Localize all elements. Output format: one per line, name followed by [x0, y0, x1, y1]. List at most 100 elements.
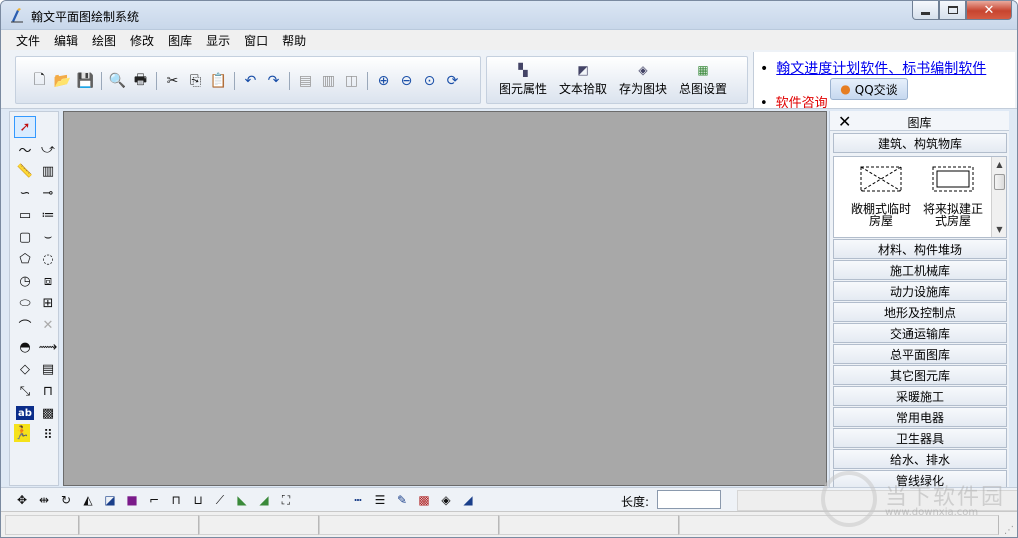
minimize-button[interactable] — [912, 1, 939, 20]
paste-icon[interactable]: 📋 — [207, 71, 230, 91]
news-link[interactable]: • 翰文进度计划软件、标书编制软件 — [760, 58, 986, 78]
layer-icon[interactable]: ◢ — [457, 491, 479, 509]
consult-link[interactable]: • 软件咨询 — [760, 92, 828, 108]
maximize-button[interactable] — [939, 1, 966, 20]
arc-curve-icon[interactable]: ∽ — [14, 182, 36, 204]
extend-icon[interactable]: ⟋ — [209, 491, 231, 509]
menu-window[interactable]: 窗口 — [237, 32, 275, 49]
gallery-scrollbar[interactable]: ▲ ▼ — [991, 157, 1006, 237]
library-category[interactable]: 施工机械库 — [833, 260, 1007, 280]
open-folder-icon[interactable]: 📂 — [51, 71, 74, 91]
compass-circle-icon[interactable]: ◷ — [14, 270, 36, 292]
select-arrow-icon[interactable]: ➚ — [14, 116, 36, 138]
grid-dots-icon[interactable]: ⠿ — [37, 424, 59, 446]
resize-grip-icon[interactable]: ⋰ — [1004, 525, 1014, 536]
library-category[interactable]: 材料、构件堆场 — [833, 239, 1007, 259]
close-button[interactable]: ✕ — [966, 1, 1012, 20]
menu-library[interactable]: 图库 — [161, 32, 199, 49]
scale-icon[interactable]: ◪ — [99, 491, 121, 509]
text-lines-icon[interactable]: ≔ — [37, 204, 59, 226]
library-category[interactable]: 常用电器 — [833, 407, 1007, 427]
gallery-item-temporary-shed[interactable]: 敞棚式临时房屋 — [848, 165, 914, 227]
hatch-fill-icon[interactable]: ▩ — [37, 402, 59, 424]
menu-file[interactable]: 文件 — [9, 32, 47, 49]
gallery-item-planned-house[interactable]: 将来拟建正式房屋 — [920, 165, 986, 227]
half-circle-icon[interactable]: ◓ — [14, 336, 36, 358]
wave-line-icon[interactable]: ⟿ — [37, 336, 59, 358]
library-category[interactable]: 动力设施库 — [833, 281, 1007, 301]
library-category[interactable]: 卫生器具 — [833, 428, 1007, 448]
fill-right-icon[interactable]: ◢ — [253, 491, 275, 509]
ellipse-icon[interactable]: ⬭ — [14, 292, 36, 314]
category-building[interactable]: 建筑、构筑物库 — [833, 133, 1007, 153]
polyline-icon[interactable]: ⤻ — [37, 138, 59, 160]
length-input[interactable] — [657, 490, 721, 509]
save-block-button[interactable]: ◈ 存为图块 — [613, 57, 673, 103]
line-icon[interactable]: 〜 — [14, 138, 36, 160]
library-category[interactable]: 其它图元库 — [833, 365, 1007, 385]
new-file-icon[interactable]: 🗋 — [28, 71, 51, 91]
group-icon[interactable]: ⛶ — [275, 491, 297, 509]
library-category[interactable]: 总平面图库 — [833, 344, 1007, 364]
move-icon[interactable]: ✥ — [11, 491, 33, 509]
menu-edit[interactable]: 编辑 — [47, 32, 85, 49]
scroll-down-icon[interactable]: ▼ — [992, 222, 1007, 237]
cross-disabled-icon[interactable]: ✕ — [37, 314, 59, 336]
cut-icon[interactable]: ✂ — [161, 71, 184, 91]
square-frame-icon[interactable]: ⧈ — [37, 270, 59, 292]
rounded-rect-icon[interactable]: ▢ — [14, 226, 36, 248]
stripe-block-icon[interactable]: ▤ — [37, 358, 59, 380]
circle-dash-icon[interactable]: ◌ — [37, 248, 59, 270]
redo-icon[interactable]: ↷ — [262, 71, 285, 91]
ruler-icon[interactable]: 📏 — [14, 160, 36, 182]
layer-back-icon[interactable]: ▥ — [317, 71, 340, 91]
running-man-icon[interactable]: 🏃 — [14, 424, 30, 442]
text-ab-icon[interactable]: ab — [16, 406, 34, 420]
block-shape-icon[interactable]: ⊞ — [37, 292, 59, 314]
save-icon[interactable]: 💾 — [74, 71, 97, 91]
stretch-icon[interactable]: ⇹ — [33, 491, 55, 509]
rotate-icon[interactable]: ↻ — [55, 491, 77, 509]
layer-front-icon[interactable]: ▤ — [294, 71, 317, 91]
layer-split-icon[interactable]: ◫ — [340, 71, 363, 91]
fill-color-icon[interactable]: ◈ — [435, 491, 457, 509]
menu-draw[interactable]: 绘图 — [85, 32, 123, 49]
trim-icon[interactable]: ⊔ — [187, 491, 209, 509]
hatch-icon[interactable]: ▩ — [413, 491, 435, 509]
library-category[interactable]: 交通运输库 — [833, 323, 1007, 343]
library-category[interactable]: 给水、排水 — [833, 449, 1007, 469]
freehand-arc-icon[interactable]: ⌒ — [14, 314, 36, 336]
pen-color-icon[interactable]: ✎ — [391, 491, 413, 509]
linetype-icon[interactable]: ┅ — [347, 491, 369, 509]
menu-help[interactable]: 帮助 — [275, 32, 313, 49]
hatch-line-icon[interactable]: ▥ — [37, 160, 59, 182]
menu-modify[interactable]: 修改 — [123, 32, 161, 49]
text-pick-button[interactable]: ◩ 文本拾取 — [553, 57, 613, 103]
zoom-window-icon[interactable]: ⊙ — [418, 71, 441, 91]
zoom-out-icon[interactable]: ⊖ — [395, 71, 418, 91]
fillet-icon[interactable]: ⌐ — [143, 491, 165, 509]
element-properties-button[interactable]: ▚ 图元属性 — [493, 57, 553, 103]
zoom-in-icon[interactable]: ⊕ — [372, 71, 395, 91]
library-category[interactable]: 地形及控制点 — [833, 302, 1007, 322]
point-icon[interactable]: ■ — [121, 491, 143, 509]
copy-icon[interactable]: ⎘ — [184, 71, 207, 91]
menu-display[interactable]: 显示 — [199, 32, 237, 49]
scroll-thumb[interactable] — [994, 174, 1005, 190]
drawing-canvas[interactable] — [63, 111, 827, 486]
zoom-realtime-icon[interactable]: ⟳ — [441, 71, 464, 91]
lineweight-icon[interactable]: ☰ — [369, 491, 391, 509]
break-icon[interactable]: ⊓ — [165, 491, 187, 509]
print-icon[interactable]: 🖶 — [129, 71, 152, 91]
dimension-line-icon[interactable]: ⊸ — [37, 182, 59, 204]
rectangle-icon[interactable]: ▭ — [14, 204, 36, 226]
qq-chat-button[interactable]: ● QQ交谈 — [830, 78, 908, 100]
gate-structure-icon[interactable]: ⊓ — [37, 380, 59, 402]
print-preview-icon[interactable]: 🔍 — [106, 71, 129, 91]
undo-icon[interactable]: ↶ — [239, 71, 262, 91]
site-settings-button[interactable]: ▦ 总图设置 — [673, 57, 733, 103]
diamond-shape-icon[interactable]: ◇ — [14, 358, 36, 380]
fill-left-icon[interactable]: ◣ — [231, 491, 253, 509]
tilted-line-icon[interactable]: ⤡ — [14, 380, 36, 402]
mirror-icon[interactable]: ◭ — [77, 491, 99, 509]
